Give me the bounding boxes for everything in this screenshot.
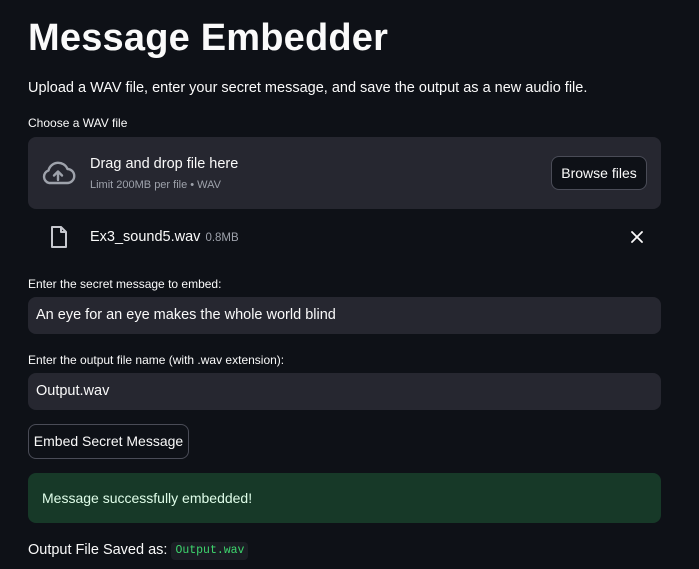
close-icon[interactable] — [628, 228, 646, 246]
secret-message-input[interactable]: An eye for an eye makes the whole world … — [28, 297, 661, 334]
secret-message-label: Enter the secret message to embed: — [28, 277, 222, 291]
dropzone-instructions: Drag and drop file here — [90, 156, 239, 172]
uploaded-file-name: Ex3_sound5.wav 0.8MB — [90, 227, 239, 248]
output-file-line: Output File Saved as: Output.wav — [28, 539, 249, 561]
file-dropzone[interactable]: Drag and drop file here Limit 200MB per … — [28, 137, 661, 209]
cloud-upload-icon — [42, 161, 76, 185]
dropzone-limit: Limit 200MB per file • WAV — [90, 179, 222, 191]
embed-secret-message-button[interactable]: Embed Secret Message — [28, 424, 189, 459]
success-message: Message successfully embedded! — [42, 490, 253, 506]
uploaded-file-size: 0.8MB — [205, 232, 239, 244]
output-filename-label: Enter the output file name (with .wav ex… — [28, 353, 285, 367]
file-icon — [51, 226, 67, 248]
uploaded-file-item: Ex3_sound5.wav 0.8MB — [28, 222, 661, 252]
output-file-code: Output.wav — [171, 542, 249, 560]
page-description: Upload a WAV file, enter your secret mes… — [28, 80, 588, 96]
success-alert: Message successfully embedded! — [28, 473, 661, 523]
page-title: Message Embedder — [28, 17, 389, 59]
file-uploader-label: Choose a WAV file — [28, 116, 128, 130]
output-file-label: Output File Saved as: — [28, 542, 168, 558]
uploaded-file-name-text: Ex3_sound5.wav — [90, 229, 201, 245]
output-filename-input[interactable]: Output.wav — [28, 373, 661, 410]
browse-files-button[interactable]: Browse files — [551, 156, 647, 190]
